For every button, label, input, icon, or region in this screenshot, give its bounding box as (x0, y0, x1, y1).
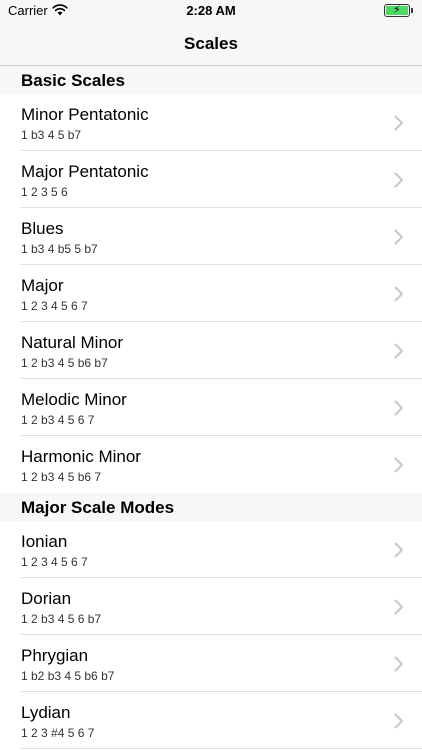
list-item-ionian[interactable]: Ionian 1 2 3 4 5 6 7 (0, 521, 422, 578)
scale-name: Ionian (21, 532, 68, 551)
chevron-right-icon (394, 400, 403, 416)
scale-notes: 1 b2 b3 4 5 b6 b7 (21, 669, 115, 683)
chevron-right-icon (394, 713, 403, 729)
chevron-right-icon (394, 172, 403, 188)
scale-notes: 1 2 3 4 5 6 7 (21, 555, 88, 569)
section-header-label: Basic Scales (21, 71, 125, 90)
chevron-right-icon (394, 229, 403, 245)
scale-notes: 1 2 b3 4 5 b6 b7 (21, 356, 108, 370)
scale-name: Dorian (21, 589, 72, 608)
list-item-natural-minor[interactable]: Natural Minor 1 2 b3 4 5 b6 b7 (0, 322, 422, 379)
status-bar: Carrier 2:28 AM ⚡ (0, 0, 422, 22)
chevron-right-icon (394, 542, 403, 558)
scale-name: Blues (21, 219, 64, 238)
divider (21, 748, 422, 749)
scale-notes: 1 2 3 4 5 6 7 (21, 299, 88, 313)
battery-icon: ⚡ (384, 4, 414, 17)
list-item-minor-pentatonic[interactable]: Minor Pentatonic 1 b3 4 5 b7 (0, 94, 422, 151)
chevron-right-icon (394, 599, 403, 615)
list-item-lydian[interactable]: Lydian 1 2 3 #4 5 6 7 (0, 692, 422, 749)
list-item-dorian[interactable]: Dorian 1 2 b3 4 5 6 b7 (0, 578, 422, 635)
section-header-major-scale-modes: Major Scale Modes (0, 493, 422, 521)
list-item-melodic-minor[interactable]: Melodic Minor 1 2 b3 4 5 6 7 (0, 379, 422, 436)
scale-notes: 1 2 b3 4 5 b6 7 (21, 470, 102, 484)
scale-notes: 1 2 b3 4 5 6 b7 (21, 612, 102, 626)
scale-name: Harmonic Minor (21, 447, 141, 466)
scale-name: Minor Pentatonic (21, 105, 149, 124)
scale-notes: 1 2 3 #4 5 6 7 (21, 726, 95, 740)
scale-notes: 1 2 3 5 6 (21, 185, 68, 199)
list-item-major[interactable]: Major 1 2 3 4 5 6 7 (0, 265, 422, 322)
section-header-label: Major Scale Modes (21, 498, 175, 517)
status-time: 2:28 AM (186, 3, 236, 18)
scale-notes: 1 b3 4 5 b7 (21, 128, 82, 142)
list-item-phrygian[interactable]: Phrygian 1 b2 b3 4 5 b6 b7 (0, 635, 422, 692)
scale-notes: 1 2 b3 4 5 6 7 (21, 413, 95, 427)
chevron-right-icon (394, 343, 403, 359)
list-item-major-pentatonic[interactable]: Major Pentatonic 1 2 3 5 6 (0, 151, 422, 208)
scale-name: Major (21, 276, 64, 295)
list-item-blues[interactable]: Blues 1 b3 4 b5 5 b7 (0, 208, 422, 265)
scale-name: Natural Minor (21, 333, 124, 352)
navigation-bar: Scales (0, 22, 422, 66)
scale-name: Melodic Minor (21, 390, 127, 409)
chevron-right-icon (394, 457, 403, 473)
scale-name: Major Pentatonic (21, 162, 149, 181)
scale-name: Lydian (21, 703, 71, 722)
section-header-basic-scales: Basic Scales (0, 66, 422, 94)
scale-notes: 1 b3 4 b5 5 b7 (21, 242, 98, 256)
page-title: Scales (184, 34, 238, 53)
list-item-harmonic-minor[interactable]: Harmonic Minor 1 2 b3 4 5 b6 7 (0, 436, 422, 493)
chevron-right-icon (394, 115, 403, 131)
scale-name: Phrygian (21, 646, 89, 665)
chevron-right-icon (394, 656, 403, 672)
chevron-right-icon (394, 286, 403, 302)
